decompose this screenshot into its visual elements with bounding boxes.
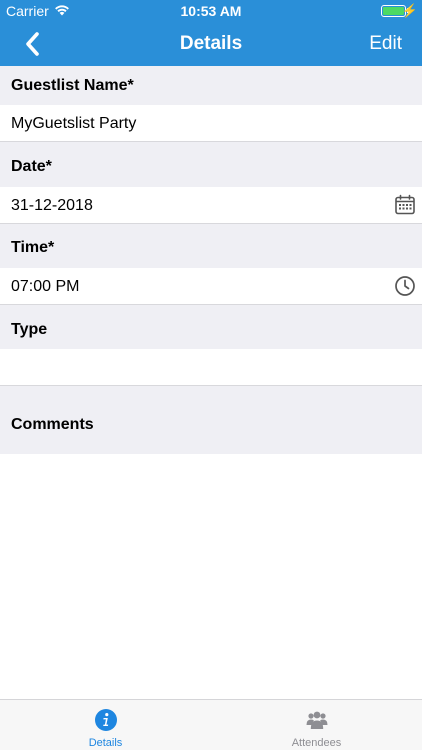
- guestlist-name-value: MyGuetslist Party: [11, 115, 137, 132]
- comments-label: Comments: [11, 416, 94, 433]
- charging-icon: ⚡: [401, 3, 418, 18]
- tab-details[interactable]: Details: [0, 700, 211, 750]
- clock-icon[interactable]: [394, 275, 416, 297]
- tab-details-label: Details: [88, 737, 123, 749]
- date-value: 31-12-2018: [11, 197, 93, 214]
- time-label: Time*: [11, 239, 55, 256]
- page-title: Details: [179, 33, 243, 54]
- type-label-row: Type: [0, 305, 422, 349]
- info-icon: [95, 709, 117, 731]
- type-field[interactable]: [0, 349, 422, 386]
- time-field[interactable]: 07:00 PM: [0, 268, 422, 305]
- type-label: Type: [11, 321, 48, 338]
- tab-bar: Details Attendees: [0, 699, 422, 750]
- comments-label-row: Comments: [0, 386, 422, 454]
- guestlist-name-label-row: Guestlist Name*: [0, 66, 422, 105]
- navigation-bar: Details Edit: [0, 22, 422, 66]
- tab-attendees[interactable]: Attendees: [211, 700, 422, 750]
- status-time: 10:53 AM: [180, 3, 242, 19]
- people-icon: [306, 711, 328, 729]
- time-value: 07:00 PM: [11, 278, 80, 295]
- edit-button[interactable]: Edit: [369, 33, 402, 55]
- date-field[interactable]: 31-12-2018: [0, 187, 422, 224]
- calendar-icon[interactable]: [394, 194, 416, 216]
- guestlist-name-label: Guestlist Name*: [11, 77, 134, 94]
- time-label-row: Time*: [0, 224, 422, 268]
- tab-attendees-label: Attendees: [291, 737, 342, 749]
- guestlist-name-field[interactable]: MyGuetslist Party: [0, 105, 422, 142]
- top-bar: Carrier 10:53 AM ⚡ Details Edit: [0, 0, 422, 66]
- status-bar: Carrier 10:53 AM ⚡: [0, 0, 422, 22]
- date-label: Date*: [11, 158, 52, 175]
- date-label-row: Date*: [0, 142, 422, 187]
